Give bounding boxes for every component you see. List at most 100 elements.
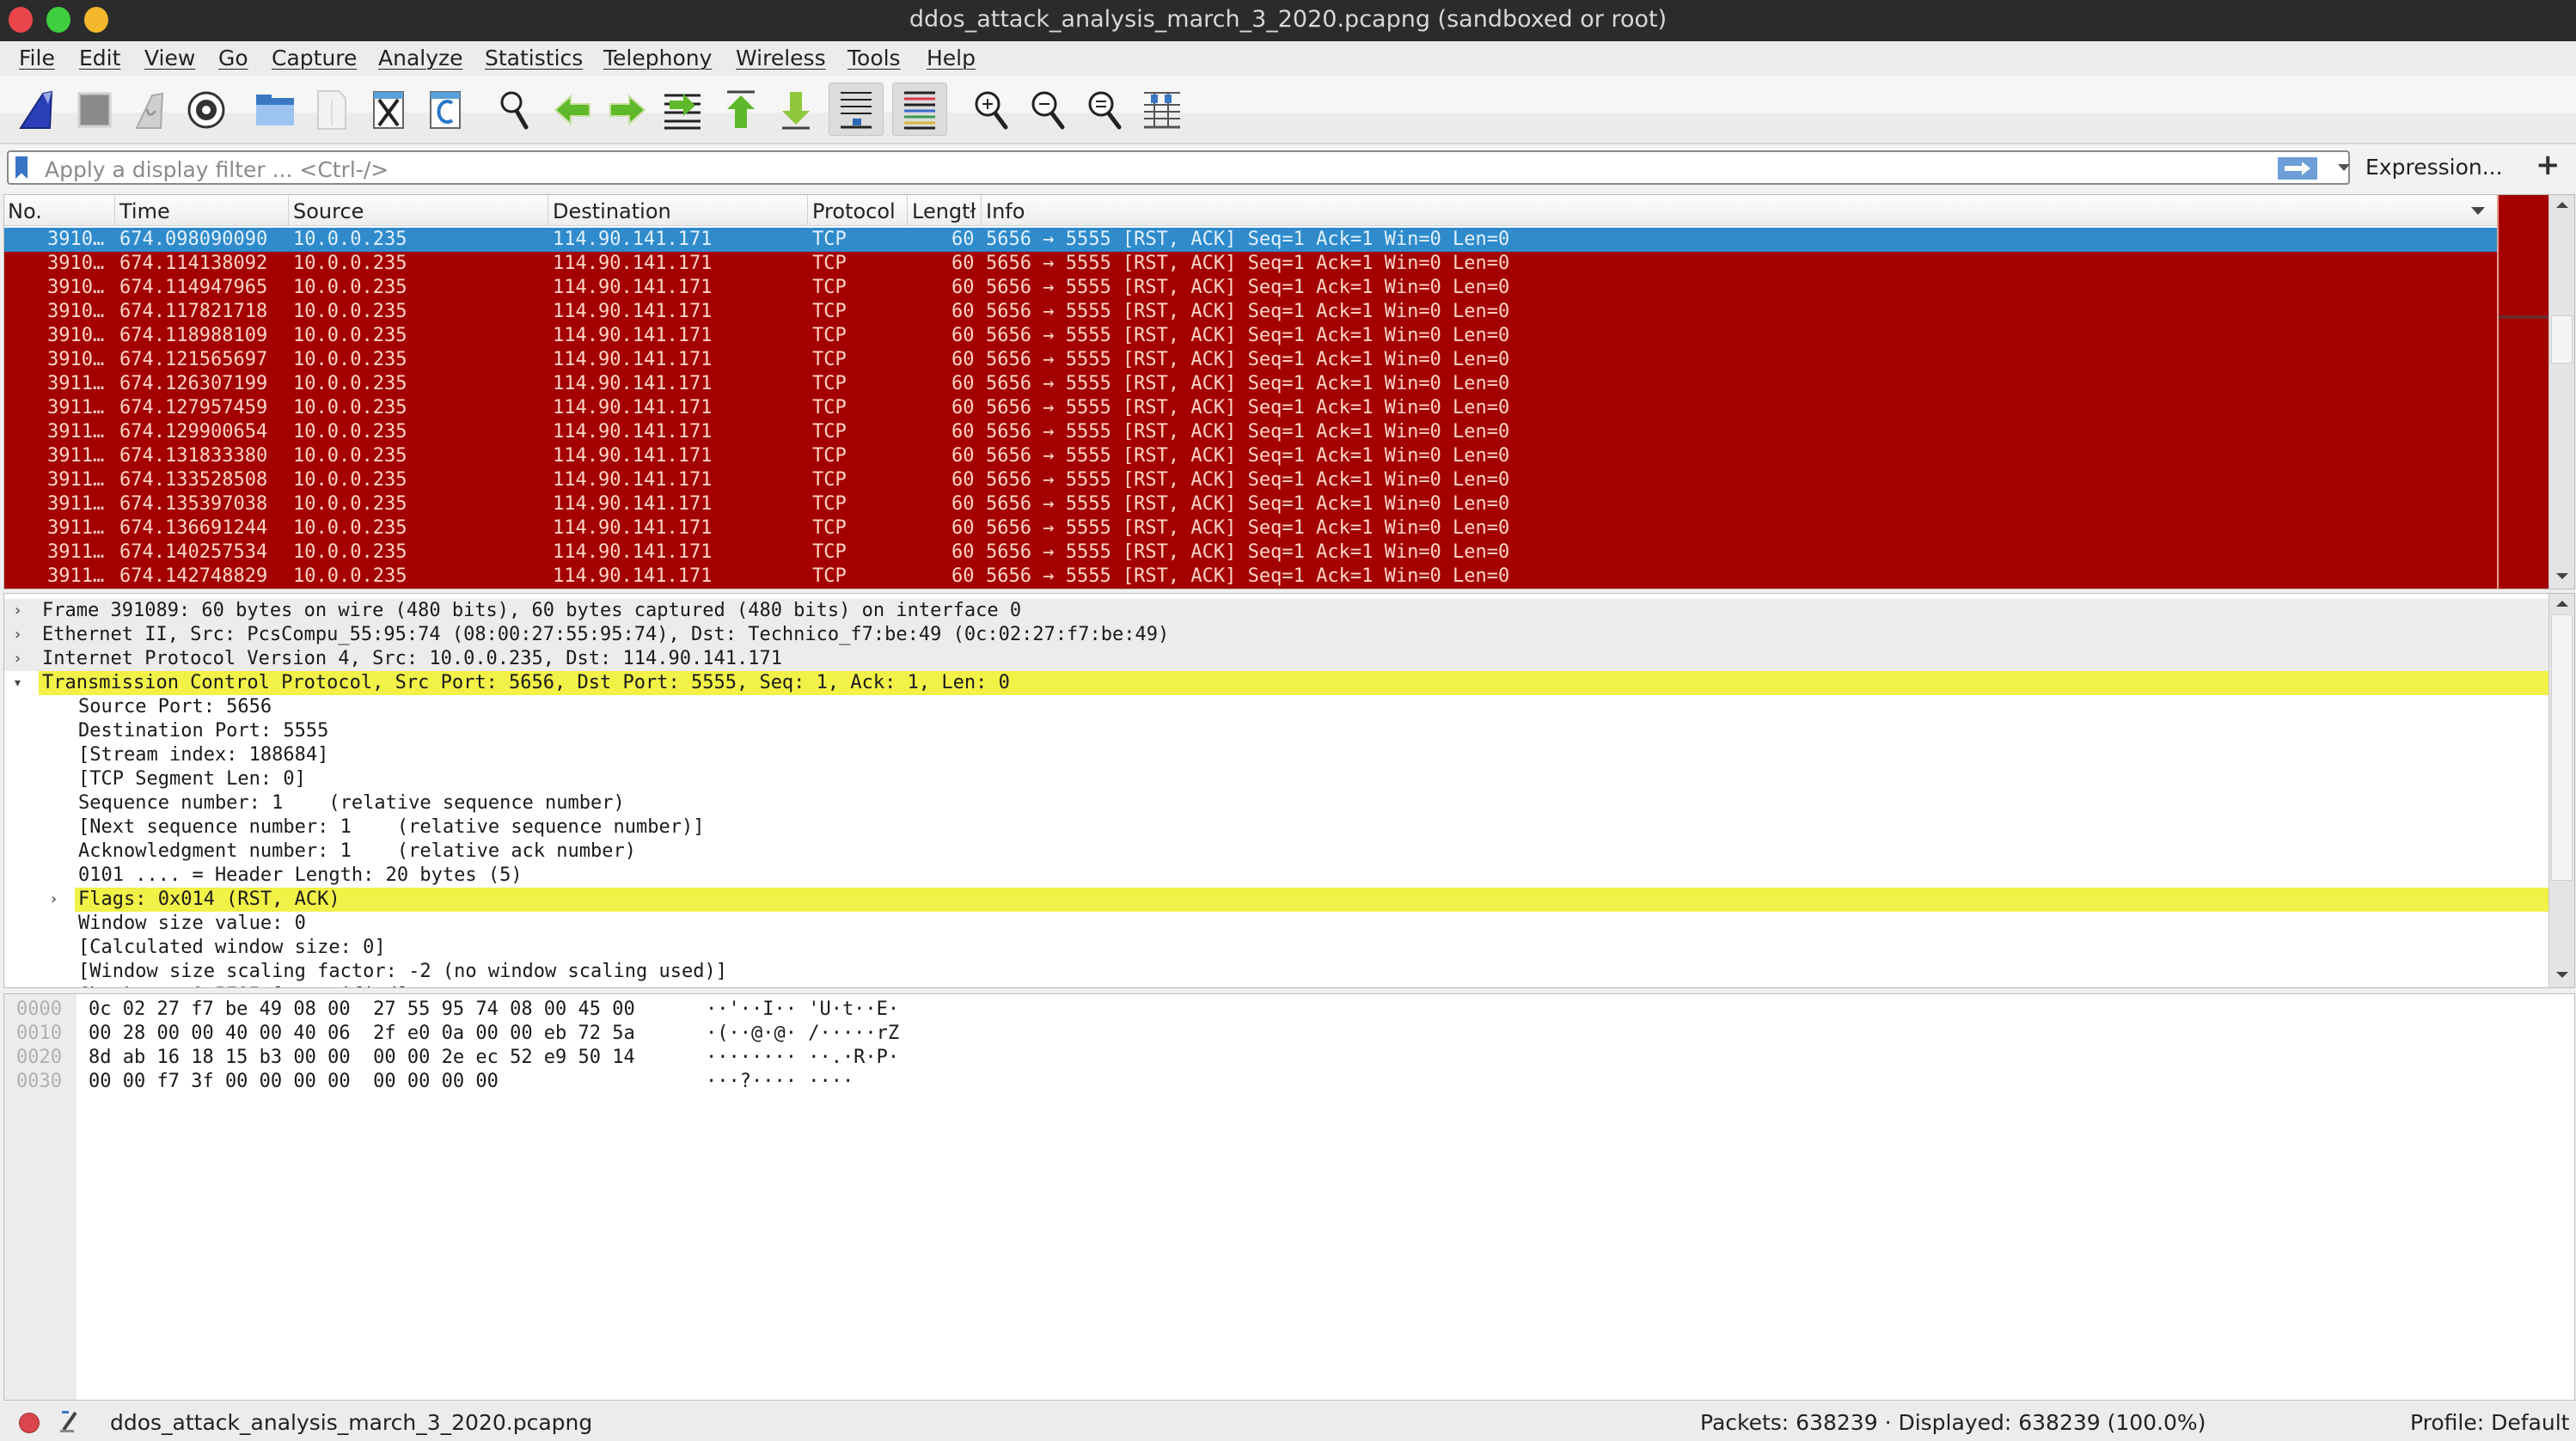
packet-row[interactable]: 3910… 674.117821718 10.0.0.235 114.90.141.1…: [4, 300, 2497, 324]
hex-dump-row[interactable]: 0010 00 28 00 00 40 00 40 06 2f e0 0a 00 …: [4, 1022, 2548, 1046]
detail-tree-item[interactable]: 0101 .... = Header Length: 20 bytes (5): [4, 864, 2548, 888]
scroll-up-arrow-icon[interactable]: [2556, 601, 2568, 607]
resize-columns-button[interactable]: [1140, 88, 1184, 132]
packet-row[interactable]: 3911… 674.127957459 10.0.0.235 114.90.141.1…: [4, 396, 2497, 420]
packet-row[interactable]: 3910… 674.114138092 10.0.0.235 114.90.141.1…: [4, 252, 2497, 276]
start-capture-button[interactable]: [14, 88, 58, 132]
menu-help[interactable]: Help: [927, 46, 976, 70]
go-to-packet-button[interactable]: [660, 88, 705, 132]
detail-tree-item[interactable]: › Frame 391089: 60 bytes on wire (480 bit…: [4, 599, 2548, 623]
expand-arrow-icon[interactable]: ▾: [13, 671, 22, 695]
capture-comment-icon[interactable]: [58, 1409, 79, 1433]
column-header-info[interactable]: Info: [982, 199, 1025, 225]
auto-scroll-button[interactable]: [829, 82, 884, 136]
packet-row[interactable]: 3911… 674.140257534 10.0.0.235 114.90.141.1…: [4, 540, 2497, 565]
column-header-time[interactable]: Time: [116, 199, 170, 225]
detail-tree-item[interactable]: [Next sequence number: 1 (relative seque…: [4, 815, 2548, 840]
add-filter-button[interactable]: +: [2536, 148, 2561, 182]
find-packet-button[interactable]: [493, 88, 538, 132]
menu-view[interactable]: View: [144, 46, 195, 70]
status-profile[interactable]: Profile: Default: [2410, 1410, 2569, 1435]
column-menu-dropdown-icon[interactable]: [2471, 207, 2485, 215]
hex-dump-row[interactable]: 0020 8d ab 16 18 15 b3 00 00 00 00 2e ec …: [4, 1046, 2548, 1070]
bookmark-icon[interactable]: [15, 156, 28, 179]
menu-statistics[interactable]: Statistics: [485, 46, 583, 70]
column-header-no[interactable]: No.: [4, 199, 42, 225]
detail-tree-item[interactable]: › Flags: 0x014 (RST, ACK): [4, 888, 2548, 912]
go-first-packet-button[interactable]: [719, 88, 763, 132]
packet-row[interactable]: 3911… 674.135397038 10.0.0.235 114.90.141.1…: [4, 492, 2497, 516]
scrollbar-thumb[interactable]: [2551, 614, 2573, 881]
close-file-button[interactable]: [366, 88, 411, 132]
scroll-up-arrow-icon[interactable]: [2556, 202, 2568, 208]
menu-telephony[interactable]: Telephony: [603, 46, 712, 70]
scrollbar-thumb[interactable]: [2551, 315, 2573, 363]
menu-wireless[interactable]: Wireless: [736, 46, 826, 70]
packet-row[interactable]: 3911… 674.133528508 10.0.0.235 114.90.141.1…: [4, 468, 2497, 492]
packet-details-scrollbar[interactable]: [2548, 594, 2574, 987]
display-filter-input[interactable]: Apply a display filter ... <Ctrl-/>: [7, 150, 2350, 185]
menu-file[interactable]: File: [19, 46, 55, 70]
packet-row[interactable]: 3910… 674.121565697 10.0.0.235 114.90.141.1…: [4, 348, 2497, 372]
menu-capture[interactable]: Capture: [272, 46, 357, 70]
packet-row[interactable]: 3911… 674.126307199 10.0.0.235 114.90.141.1…: [4, 372, 2497, 396]
hex-dump-row[interactable]: 0000 0c 02 27 f7 be 49 08 00 27 55 95 74 …: [4, 998, 2548, 1022]
packet-row[interactable]: 3911… 674.136691244 10.0.0.235 114.90.141.1…: [4, 516, 2497, 540]
packet-minimap[interactable]: [2497, 195, 2550, 589]
menu-go[interactable]: Go: [218, 46, 248, 70]
collapse-arrow-icon[interactable]: ›: [49, 888, 58, 912]
expression-button[interactable]: Expression...: [2365, 155, 2503, 180]
scroll-down-arrow-icon[interactable]: [2556, 573, 2568, 579]
detail-tree-item[interactable]: [Stream index: 188684]: [4, 743, 2548, 767]
colorize-button[interactable]: [892, 82, 947, 136]
detail-tree-item[interactable]: Checksum: 0x5795 [unverified]: [4, 984, 2548, 987]
detail-tree-item[interactable]: [Calculated window size: 0]: [4, 936, 2548, 960]
detail-tree-item[interactable]: › Ethernet II, Src: PcsCompu_55:95:74 (08…: [4, 623, 2548, 647]
zoom-normal-button[interactable]: [1083, 88, 1128, 132]
detail-tree-item[interactable]: [Window size scaling factor: -2 (no wind…: [4, 960, 2548, 984]
zoom-in-button[interactable]: [970, 88, 1014, 132]
go-forward-button[interactable]: [605, 88, 650, 132]
go-back-button[interactable]: [550, 88, 595, 132]
scroll-down-arrow-icon[interactable]: [2556, 972, 2568, 978]
reload-file-button[interactable]: [423, 88, 468, 132]
window-close-button[interactable]: [9, 7, 33, 33]
detail-tree-item[interactable]: Source Port: 5656: [4, 695, 2548, 719]
column-header-destination[interactable]: Destination: [549, 199, 671, 225]
menu-edit[interactable]: Edit: [79, 46, 120, 70]
filter-history-dropdown[interactable]: [2338, 164, 2350, 171]
detail-tree-item[interactable]: ▾ Transmission Control Protocol, Src Port…: [4, 671, 2548, 695]
zoom-out-button[interactable]: [1026, 88, 1071, 132]
detail-tree-item[interactable]: Window size value: 0: [4, 912, 2548, 936]
save-file-button[interactable]: [309, 88, 354, 132]
packet-row[interactable]: 3911… 674.131833380 10.0.0.235 114.90.141.1…: [4, 444, 2497, 468]
detail-tree-item[interactable]: Sequence number: 1 (relative sequence nu…: [4, 791, 2548, 815]
column-header-protocol[interactable]: Protocol: [809, 199, 896, 225]
detail-tree-item[interactable]: › Internet Protocol Version 4, Src: 10.0.…: [4, 647, 2548, 671]
menu-tools[interactable]: Tools: [847, 46, 901, 70]
go-last-packet-button[interactable]: [774, 88, 818, 132]
collapse-arrow-icon[interactable]: ›: [13, 623, 22, 647]
collapse-arrow-icon[interactable]: ›: [13, 647, 22, 671]
column-header-source[interactable]: Source: [290, 199, 364, 225]
menu-analyze[interactable]: Analyze: [378, 46, 463, 70]
apply-filter-button[interactable]: [2278, 157, 2317, 180]
packet-list-scrollbar[interactable]: [2548, 195, 2574, 589]
hex-dump-row[interactable]: 0030 00 00 f7 3f 00 00 00 00 00 00 00 00 ·…: [4, 1070, 2548, 1094]
packet-row[interactable]: 3910… 674.118988109 10.0.0.235 114.90.141.1…: [4, 324, 2497, 348]
column-header-length[interactable]: Lengtł: [909, 199, 976, 225]
packet-row[interactable]: 3910… 674.114947965 10.0.0.235 114.90.141.1…: [4, 276, 2497, 300]
stop-capture-button[interactable]: [72, 88, 117, 132]
window-minimize-button[interactable]: [84, 7, 108, 33]
packet-row[interactable]: 3911… 674.142748829 10.0.0.235 114.90.141.1…: [4, 565, 2497, 589]
window-maximize-button[interactable]: [46, 7, 70, 33]
detail-tree-item[interactable]: Acknowledgment number: 1 (relative ack n…: [4, 840, 2548, 864]
expert-info-icon[interactable]: [19, 1413, 40, 1433]
restart-capture-button[interactable]: [127, 88, 172, 132]
detail-tree-item[interactable]: Destination Port: 5555: [4, 719, 2548, 743]
open-file-button[interactable]: [253, 88, 297, 132]
collapse-arrow-icon[interactable]: ›: [13, 599, 22, 623]
packet-row[interactable]: 3910… 674.098090090 10.0.0.235 114.90.141.1…: [4, 228, 2497, 252]
capture-options-button[interactable]: [184, 88, 229, 132]
detail-tree-item[interactable]: [TCP Segment Len: 0]: [4, 767, 2548, 791]
